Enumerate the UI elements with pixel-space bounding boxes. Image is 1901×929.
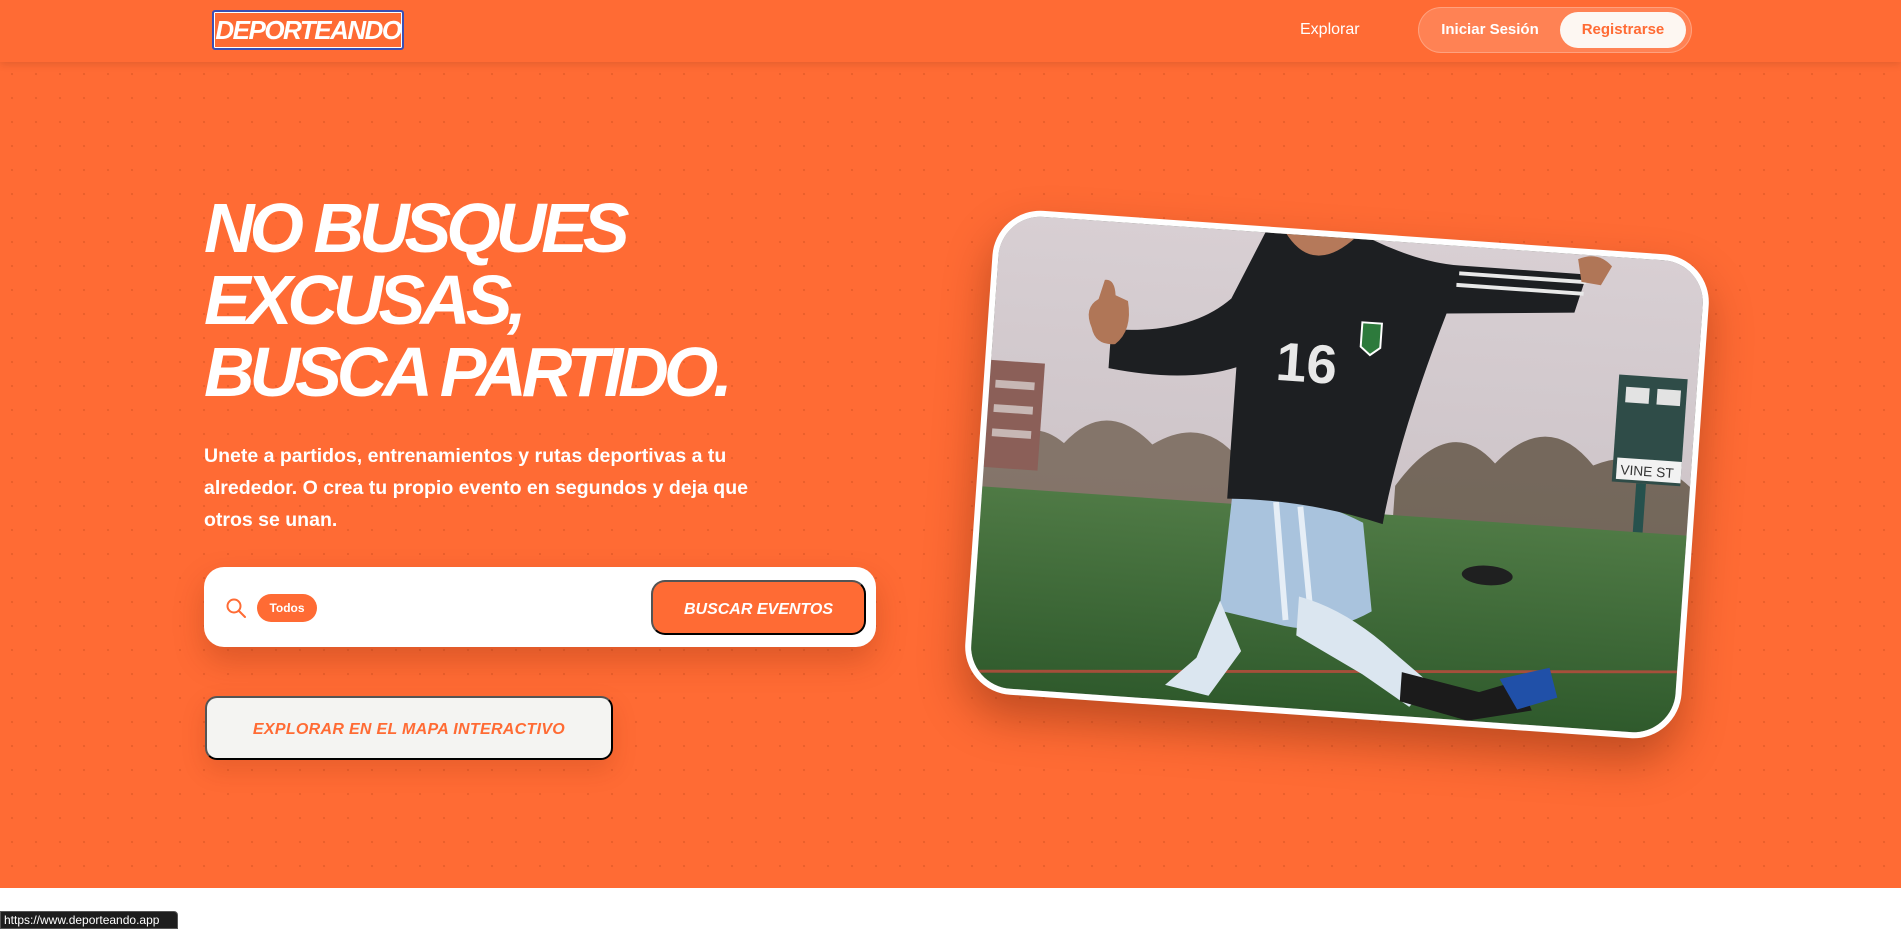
hero-headline: NO BUSQUES EXCUSAS, BUSCA PARTIDO. (204, 192, 824, 408)
status-bar-url: https://www.deporteando.app (0, 911, 178, 929)
login-button[interactable]: Iniciar Sesión (1433, 13, 1547, 47)
register-button[interactable]: Registrarse (1560, 12, 1686, 48)
headline-line-1: NO BUSQUES (204, 189, 630, 267)
headline-line-3: BUSCA PARTIDO. (204, 333, 733, 411)
hero-photo: VINE ST 16 (961, 207, 1713, 742)
search-events-button[interactable]: BUSCAR EVENTOS (651, 580, 866, 635)
hero-subtitle: Unete a partidos, entrenamientos y rutas… (204, 445, 748, 531)
search-icon (226, 598, 246, 618)
headline-line-2: EXCUSAS, (204, 261, 527, 339)
landing-page: DEPORTEANDO Explorar Iniciar Sesión Regi… (0, 0, 1901, 929)
explore-map-button[interactable]: EXPLORAR EN EL MAPA INTERACTIVO (205, 696, 613, 760)
jersey-number: 16 (1274, 330, 1339, 396)
category-filter-chip[interactable]: Todos (257, 594, 317, 622)
top-navbar: DEPORTEANDO Explorar Iniciar Sesión Regi… (0, 0, 1901, 62)
logo[interactable]: DEPORTEANDO (212, 10, 404, 50)
soccer-player-image: VINE ST 16 (968, 213, 1706, 736)
nav-link-explorar[interactable]: Explorar (1300, 18, 1360, 42)
